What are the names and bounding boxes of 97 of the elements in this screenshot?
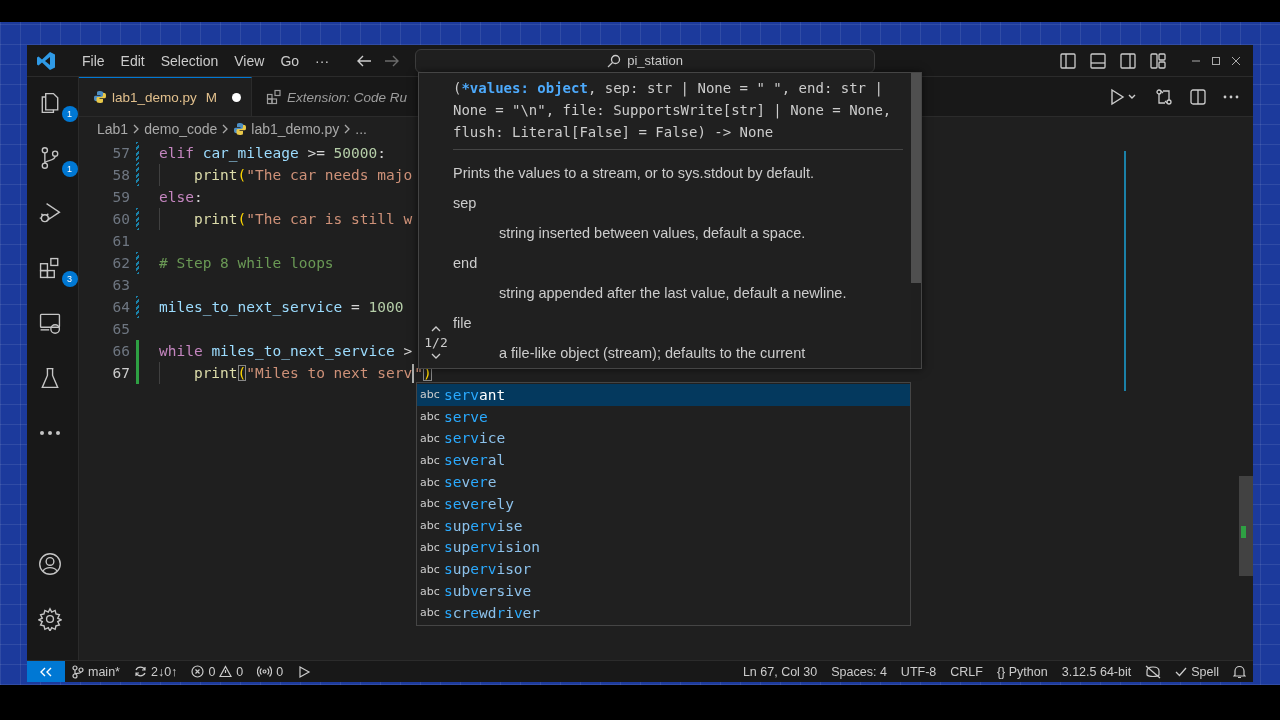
- python-file-icon: [233, 122, 248, 136]
- code-line: print("The car is still w: [159, 208, 413, 230]
- parameter-description: a file-like object (stream); defaults to the current: [498, 344, 807, 363]
- extensions-icon: [266, 89, 283, 105]
- spell-status[interactable]: Spell: [1168, 664, 1226, 679]
- notification-badge: 1: [61, 161, 78, 177]
- maximize-icon[interactable]: [1211, 55, 1221, 66]
- chevron-icon: [221, 123, 230, 135]
- suggestion-item[interactable]: abc supervision: [417, 536, 910, 559]
- code-line: print("The car needs majo: [159, 164, 413, 186]
- suggestion-item[interactable]: abc subversive: [417, 580, 910, 602]
- layout-icon[interactable]: [1149, 51, 1167, 70]
- status-item[interactable]: Spaces: 4: [824, 664, 894, 679]
- line-number: 61: [111, 233, 130, 249]
- code-line: elif car_mileage >= 50000:: [159, 144, 386, 164]
- status-item[interactable]: UTF-8: [893, 664, 944, 679]
- status-item[interactable]: CRLF: [943, 664, 990, 679]
- status-item[interactable]: Ln 67, Col 30: [735, 664, 825, 679]
- suggestion-item[interactable]: abc servant: [417, 384, 910, 406]
- breadcrumb[interactable]: demo_code: [144, 121, 218, 137]
- check-icon: [1175, 665, 1188, 678]
- editor-tab[interactable]: lab1_demo.py M: [79, 77, 253, 116]
- bell-icon[interactable]: [1233, 664, 1246, 679]
- python-file-icon: [93, 90, 107, 104]
- compare-changes-icon[interactable]: [1155, 87, 1173, 106]
- signature-text: (*values: object, sep: str | None = " ", end: str | None = "\n", file: SupportsWrite[str] | None = None, flush: Literal[False] = False) -> None: [453, 79, 893, 142]
- breadcrumb[interactable]: Lab1: [97, 121, 129, 137]
- run-icon[interactable]: [297, 664, 312, 679]
- suggestion-item[interactable]: abc serve: [417, 405, 910, 428]
- secondary-sidebar-icon[interactable]: [1119, 51, 1137, 70]
- menu-item[interactable]: File: [74, 48, 113, 73]
- search-field[interactable]: pi_station: [415, 48, 876, 73]
- parameter-name: file: [453, 314, 473, 333]
- parameter-description: string appended after the last value, default a newline.: [498, 284, 848, 303]
- suggestion-item[interactable]: abc supervise: [417, 514, 910, 537]
- breadcrumb[interactable]: lab1_demo.py: [251, 121, 340, 137]
- breadcrumb[interactable]: ...: [355, 121, 367, 137]
- app-logo: [36, 50, 56, 71]
- parameter-name: sep: [453, 194, 478, 213]
- line-number: 57: [111, 145, 130, 161]
- menu-item[interactable]: Selection: [152, 48, 227, 73]
- problems-status[interactable]: 0 0: [184, 664, 251, 679]
- menu-item[interactable]: View: [226, 48, 273, 73]
- chevron-icon: [132, 123, 141, 135]
- line-number: 64: [111, 299, 130, 315]
- split-editor-icon[interactable]: [1189, 87, 1207, 106]
- line-number: 58: [111, 167, 130, 183]
- language-status[interactable]: {} Python: [989, 664, 1055, 679]
- search-icon: [607, 53, 622, 68]
- line-number: 59: [111, 189, 130, 205]
- sync-status[interactable]: 2↓0↑: [126, 664, 185, 679]
- signature-counter: 1/2: [424, 335, 448, 350]
- previous-signature-icon[interactable]: [430, 325, 442, 333]
- notification-badge: 1: [61, 106, 78, 122]
- parameter-name: end: [453, 254, 479, 273]
- remote-button[interactable]: [27, 660, 65, 682]
- code-line: # Step 8 while loops: [159, 254, 334, 273]
- menu-item[interactable]: Edit: [112, 48, 153, 73]
- status-item[interactable]: 3.12.5 64-bit: [1054, 664, 1139, 679]
- sidebar-toggle-icon[interactable]: [1059, 51, 1077, 70]
- next-signature-icon[interactable]: [430, 352, 442, 360]
- line-number: 65: [111, 321, 130, 337]
- chevron-icon: [343, 123, 352, 135]
- menu-item[interactable]: Go: [272, 48, 308, 73]
- line-number: 63: [111, 277, 130, 293]
- broadcast-icon: [257, 665, 273, 678]
- menu-item[interactable]: ···: [307, 48, 338, 73]
- remote-icon: [39, 665, 53, 678]
- ports-status[interactable]: 0: [250, 664, 291, 679]
- suggestion-item[interactable]: abc several: [417, 449, 910, 472]
- code-line: else:: [159, 188, 203, 207]
- code-line: while miles_to_next_service >: [159, 342, 413, 362]
- code-line: miles_to_next_service = 1000: [159, 298, 404, 318]
- line-number: 66: [111, 343, 130, 359]
- settings-icon[interactable]: [37, 607, 62, 631]
- suggestion-item[interactable]: abc severely: [417, 493, 910, 515]
- close-icon[interactable]: [1231, 55, 1241, 66]
- suggestion-item[interactable]: abc severe: [417, 471, 910, 493]
- line-number: 67: [111, 365, 130, 381]
- scrollbar-thumb[interactable]: [911, 73, 921, 283]
- doc-text: Prints the values to a stream, or to sys.stdout by default.: [453, 164, 816, 183]
- warning-icon: [219, 665, 233, 678]
- notification-badge: 3: [61, 271, 78, 287]
- branch-status[interactable]: main*: [65, 664, 127, 679]
- line-number: 62: [111, 255, 130, 271]
- more-icon[interactable]: [1223, 94, 1239, 99]
- panel-toggle-icon[interactable]: [1089, 51, 1107, 70]
- error-icon: [191, 665, 205, 678]
- line-number: 60: [111, 211, 130, 227]
- parameter-description: string inserted between values, default a space.: [498, 224, 807, 243]
- remote-explorer-icon[interactable]: [37, 311, 62, 335]
- account-icon[interactable]: [37, 552, 62, 576]
- run-debug-icon[interactable]: [37, 201, 62, 225]
- sync-icon: [133, 665, 147, 678]
- branch-icon: [72, 664, 84, 679]
- suggestion-item[interactable]: abc supervisor: [417, 558, 910, 581]
- suggestion-item[interactable]: abc service: [417, 427, 910, 450]
